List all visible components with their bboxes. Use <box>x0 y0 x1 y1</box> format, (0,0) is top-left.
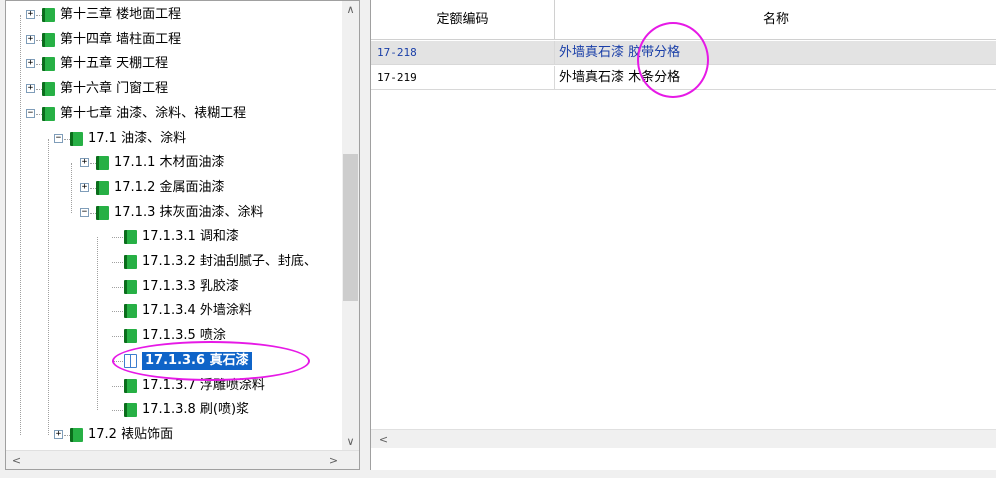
book-icon <box>124 403 137 418</box>
tree-item[interactable]: 17.1.3.2 封油刮腻子、封底、 <box>6 250 359 275</box>
tree-connector-line <box>112 385 123 387</box>
tree-item[interactable]: +17.1.2 金属面油漆 <box>6 176 359 201</box>
expand-icon[interactable]: + <box>80 182 89 192</box>
chapter-tree-panel: + 第十三章 楼地面工程 + 第十四章 墙柱面工程 + 第十五章 天棚工程 + 第十六章 门窗… <box>5 0 360 470</box>
expand-icon[interactable]: + <box>80 158 89 168</box>
quota-table-panel: 定额编码 名称 17-218 外墙真石漆 胶带分格 17-219 外墙真石漆 木… <box>370 0 996 470</box>
tree-item[interactable]: +17.2 裱贴饰面 <box>6 423 359 448</box>
book-icon <box>70 131 83 146</box>
tree-item[interactable]: − 第十七章 油漆、涂料、裱糊工程 <box>6 102 359 127</box>
tree-item-label: 17.1.3.1 调和漆 <box>142 229 239 245</box>
tree-item[interactable]: + 第十三章 楼地面工程 <box>6 3 359 28</box>
tree-item-label: 第十六章 门窗工程 <box>60 81 169 97</box>
book-icon <box>96 205 109 220</box>
tree-item[interactable]: + 第十五章 天棚工程 <box>6 52 359 77</box>
tree-item-label: 17.1.3 抹灰面油漆、涂料 <box>114 204 264 220</box>
book-icon <box>42 106 55 121</box>
collapse-icon[interactable]: − <box>80 207 89 217</box>
collapse-icon[interactable]: − <box>26 108 35 118</box>
tree-connector-line <box>112 311 123 313</box>
tree-item-label: 17.1.1 木材面油漆 <box>114 155 225 171</box>
tree-item-label: 17.1.3.4 外墙涂料 <box>142 303 252 319</box>
tree-item-label: 第十五章 天棚工程 <box>60 56 169 72</box>
book-icon <box>70 427 83 442</box>
tree-connector-line <box>112 262 123 263</box>
tree-item-label: 17.1 油漆、涂料 <box>88 130 187 146</box>
tree-horizontal-scrollbar[interactable]: < > <box>6 450 359 469</box>
tree-item[interactable]: +17.1.1 木材面油漆 <box>6 151 359 176</box>
tree-item[interactable]: 17.1.3.8 刷(喷)浆 <box>6 398 359 423</box>
tree-item[interactable]: − 17.1.3 抹灰面油漆、涂料 <box>6 201 359 226</box>
tree-item-label: 第十七章 油漆、涂料、裱糊工程 <box>60 105 247 121</box>
tree-connector-line <box>112 410 123 412</box>
tree-item-label: 17.2 裱贴饰面 <box>88 426 174 442</box>
tree-item[interactable]: − 17.1 油漆、涂料 <box>6 127 359 152</box>
column-header-name[interactable]: 名称 <box>555 0 996 40</box>
book-icon <box>96 180 109 195</box>
book-icon <box>96 156 109 171</box>
scroll-up-arrow-icon[interactable]: ∧ <box>342 1 359 18</box>
expand-icon[interactable]: + <box>26 10 35 19</box>
book-icon <box>124 230 137 245</box>
scroll-left-arrow-icon[interactable]: < <box>375 431 392 448</box>
table-horizontal-scrollbar[interactable]: < <box>371 429 996 448</box>
book-icon <box>124 378 137 393</box>
scroll-down-arrow-icon[interactable]: ∨ <box>342 433 359 450</box>
book-icon <box>42 57 55 72</box>
quota-code-cell: 17-218 <box>371 41 555 65</box>
tree-connector-line <box>112 237 123 239</box>
tree-connector-line <box>112 336 123 338</box>
highlight-circle-table <box>637 22 709 98</box>
tree-item[interactable]: + 第十四章 墙柱面工程 <box>6 28 359 53</box>
tree-scroll-thumb[interactable] <box>343 154 358 301</box>
book-icon <box>42 32 55 47</box>
book-icon <box>124 279 137 294</box>
collapse-icon[interactable]: − <box>54 133 63 143</box>
tree-item[interactable]: + 第十六章 门窗工程 <box>6 77 359 102</box>
scroll-left-arrow-icon[interactable]: < <box>8 452 25 469</box>
book-icon <box>42 82 55 97</box>
column-header-code[interactable]: 定额编码 <box>371 0 555 40</box>
highlight-circle-tree <box>112 341 310 381</box>
tree-connector-line <box>112 286 123 288</box>
tree-item-label: 17.1.2 金属面油漆 <box>114 179 225 195</box>
tree-item-label: 17.1.3.3 乳胶漆 <box>142 278 239 294</box>
expand-icon[interactable]: + <box>26 84 35 94</box>
chapter-tree: + 第十三章 楼地面工程 + 第十四章 墙柱面工程 + 第十五章 天棚工程 + 第十六章 门窗… <box>6 1 359 450</box>
tree-item[interactable]: 17.1.3.1 调和漆 <box>6 225 359 250</box>
scroll-right-arrow-icon[interactable]: > <box>325 452 342 469</box>
tree-item-label: 17.1.3.8 刷(喷)浆 <box>142 402 250 418</box>
tree-item-label: 17.1.3.2 封油刮腻子、封底、 <box>142 254 317 269</box>
quota-name-cell: 外墙真石漆 胶带分格 <box>555 41 996 65</box>
tree-vertical-scrollbar[interactable]: ∧ ∨ <box>342 1 359 450</box>
book-icon <box>42 8 55 22</box>
tree-item-label: 第十四章 墙柱面工程 <box>60 31 182 47</box>
book-icon <box>124 255 137 269</box>
expand-icon[interactable]: + <box>26 59 35 69</box>
expand-icon[interactable]: + <box>26 34 35 44</box>
book-icon <box>124 329 137 344</box>
tree-item[interactable]: 17.1.3.4 外墙涂料 <box>6 299 359 324</box>
tree-item-label: 第十三章 楼地面工程 <box>60 7 182 22</box>
expand-icon[interactable]: + <box>54 429 63 439</box>
quota-name-cell: 外墙真石漆 木条分格 <box>555 66 996 90</box>
tree-item[interactable]: 17.1.3.3 乳胶漆 <box>6 275 359 300</box>
book-icon <box>124 304 137 319</box>
quota-code-cell: 17-219 <box>371 66 555 90</box>
